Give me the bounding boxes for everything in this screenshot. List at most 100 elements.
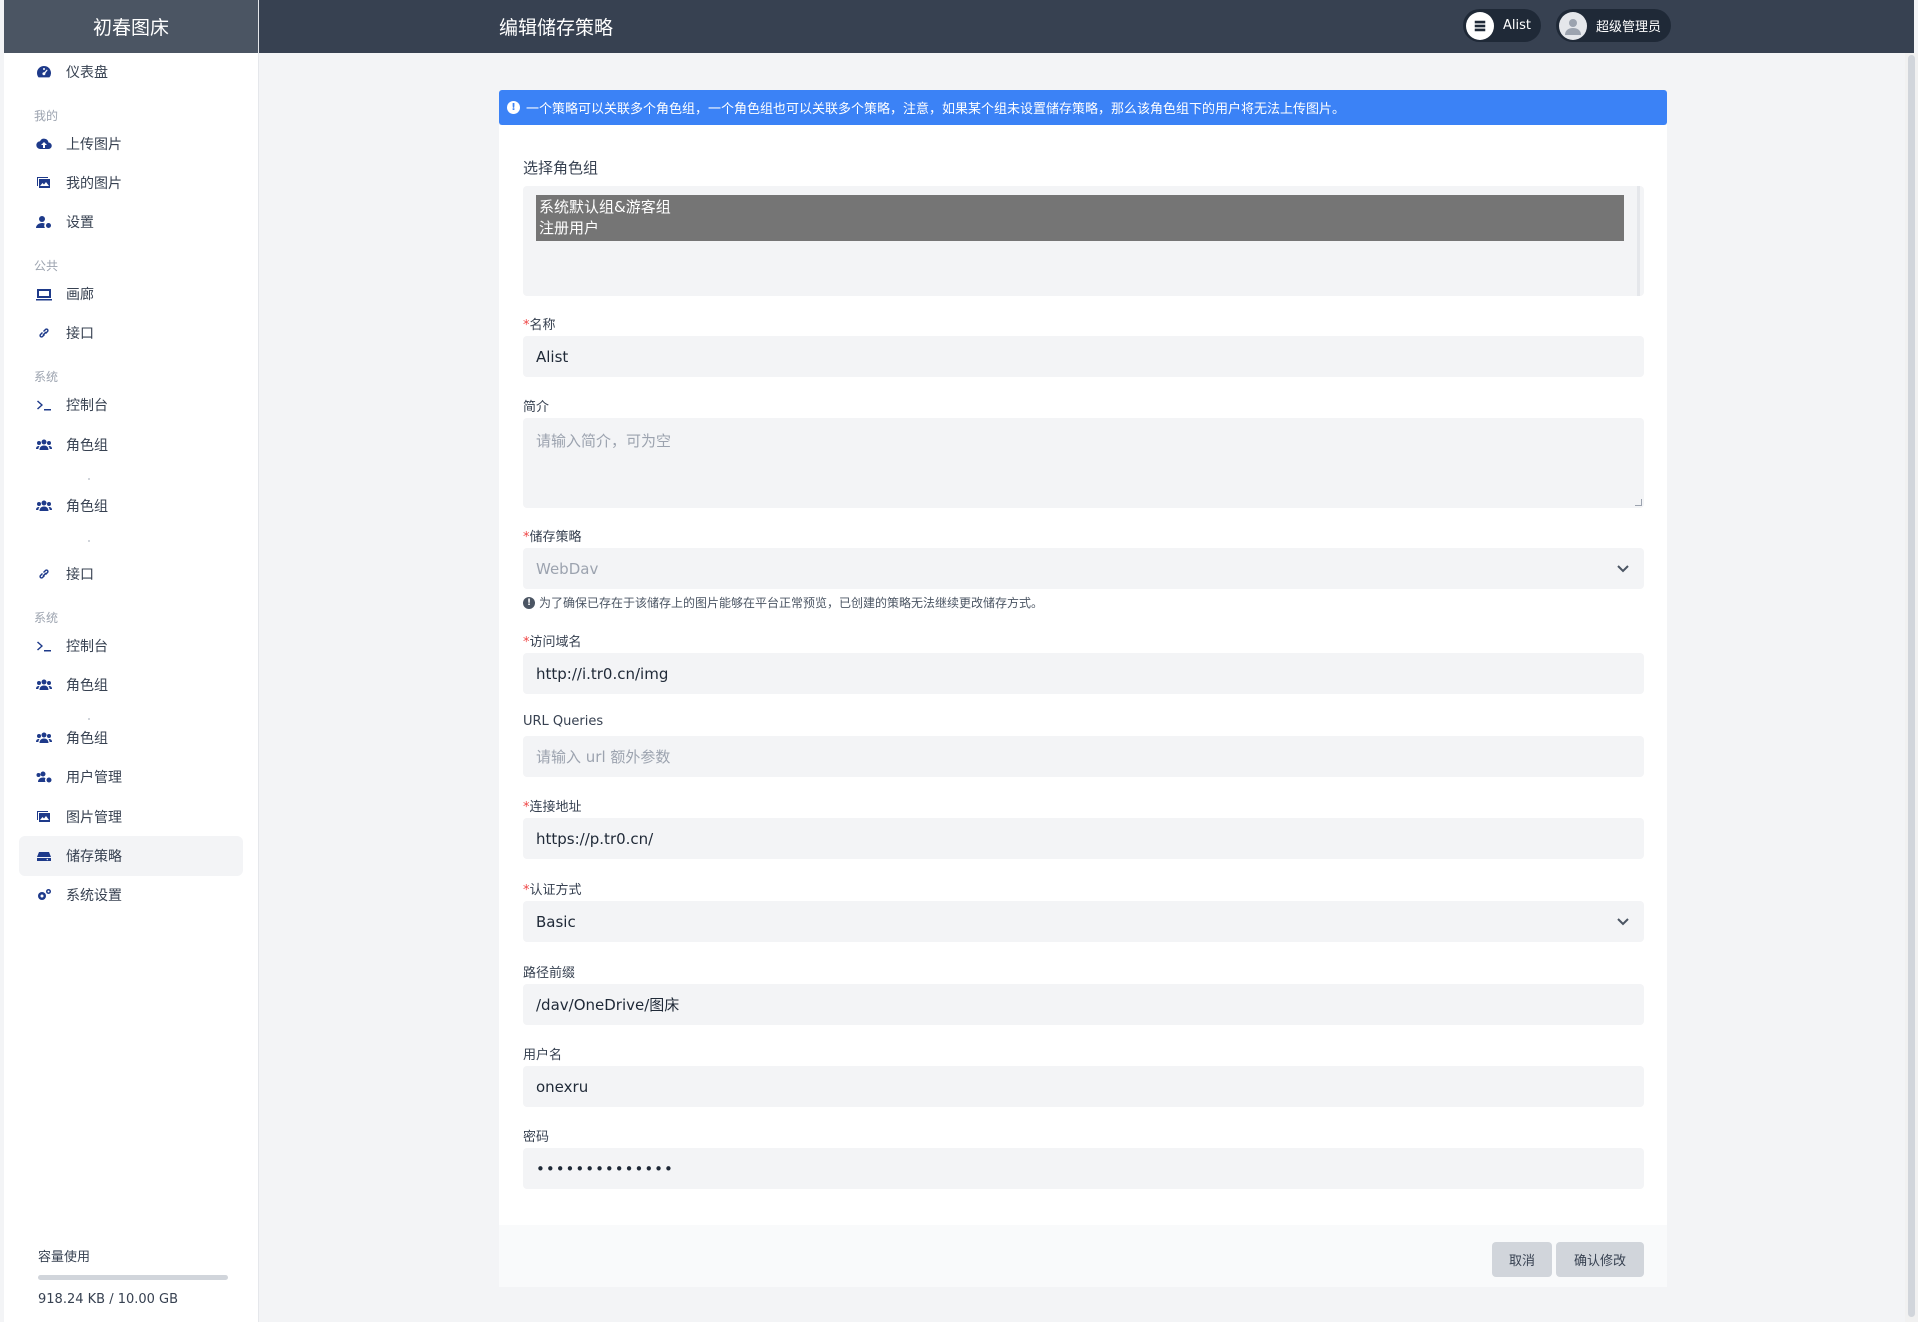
strategy-select[interactable]: WebDav bbox=[523, 548, 1644, 589]
storage-usage: 容量使用 918.24 KB / 10.00 GB bbox=[38, 1246, 228, 1307]
users-icon bbox=[36, 677, 52, 693]
info-icon: ! bbox=[507, 101, 520, 114]
role-option[interactable]: 系统默认组&游客组 bbox=[539, 197, 1621, 218]
sidebar-item-terminal[interactable]: 控制台 bbox=[19, 626, 243, 666]
storage-switch-button[interactable]: Alist bbox=[1463, 9, 1541, 42]
role-option[interactable]: 注册用户 bbox=[539, 218, 1621, 239]
sidebar-item-dashboard[interactable]: 仪表盘 bbox=[19, 52, 243, 92]
cloud-upload-icon bbox=[36, 136, 52, 152]
nav-group-label: 系统 bbox=[34, 611, 59, 625]
avatar bbox=[1559, 11, 1587, 40]
page-scrollbar[interactable] bbox=[1905, 53, 1918, 1322]
page-title: 编辑储存策略 bbox=[499, 17, 614, 39]
users-icon bbox=[36, 437, 52, 453]
sidebar-item-label: 控制台 bbox=[66, 398, 108, 414]
resize-handle-icon[interactable] bbox=[1635, 499, 1642, 506]
sidebar-item-label: 接口 bbox=[66, 567, 94, 583]
intro-label: 简介 bbox=[523, 400, 550, 415]
sidebar-item-label: 图片管理 bbox=[66, 810, 122, 826]
roles-label: 选择角色组 bbox=[523, 159, 599, 177]
prefix-input[interactable]: /dav/OneDrive/图床 bbox=[523, 984, 1644, 1025]
sidebar-item-images[interactable]: 我的图片 bbox=[19, 163, 243, 203]
sidebar-item-users[interactable]: 角色组 bbox=[19, 425, 243, 465]
sidebar-item-images[interactable]: 图片管理 bbox=[19, 797, 243, 837]
edit-strategy-form: 选择角色组 系统默认组&游客组 注册用户 *名称 Alist 简介 请输入简介，… bbox=[499, 125, 1667, 1287]
sidebar-item-users[interactable]: 角色组 bbox=[19, 486, 243, 526]
domain-label: *访问域名 bbox=[523, 635, 582, 650]
info-icon: ! bbox=[523, 596, 535, 609]
strategy-hint: ! 为了确保已存在于该储存上的图片能够在平台正常预览，已创建的策略无法继续更改储存… bbox=[523, 594, 1043, 611]
users-cog-icon bbox=[36, 769, 52, 785]
sidebar-item-cogs[interactable]: 系统设置 bbox=[19, 875, 243, 915]
dashboard-icon bbox=[36, 64, 52, 80]
password-label: 密码 bbox=[523, 1130, 550, 1145]
sidebar-item-label: 角色组 bbox=[66, 499, 108, 515]
auth-select[interactable]: Basic bbox=[523, 901, 1644, 942]
nav-separator-dot bbox=[88, 718, 90, 720]
username-input[interactable]: onexru bbox=[523, 1066, 1644, 1107]
sidebar-item-gallery[interactable]: 画廊 bbox=[19, 274, 243, 314]
images-icon bbox=[36, 809, 52, 825]
domain-input[interactable]: http://i.tr0.cn/img bbox=[523, 653, 1644, 694]
sidebar-item-link[interactable]: 接口 bbox=[19, 554, 243, 594]
terminal-icon bbox=[36, 397, 52, 413]
usage-title: 容量使用 bbox=[38, 1250, 91, 1265]
users-icon bbox=[36, 730, 52, 746]
user-cog-icon bbox=[36, 214, 52, 230]
alert-text: 一个策略可以关联多个角色组，一个角色组也可以关联多个策略，注意，如果某个组未设置… bbox=[526, 102, 1346, 117]
chevron-down-icon bbox=[1616, 914, 1630, 928]
prefix-label: 路径前缀 bbox=[523, 966, 576, 981]
user-pill-label: 超级管理员 bbox=[1596, 20, 1662, 35]
intro-placeholder: 请输入简介，可为空 bbox=[536, 432, 672, 450]
sidebar-item-label: 系统设置 bbox=[66, 888, 122, 904]
queries-label: URL Queries bbox=[523, 714, 604, 729]
auth-value: Basic bbox=[536, 912, 576, 931]
roles-scrollbar[interactable] bbox=[1637, 186, 1640, 296]
brand-logo[interactable]: 初春图床 bbox=[4, 0, 258, 53]
gallery-icon bbox=[36, 286, 52, 302]
usage-progress-bar bbox=[38, 1275, 228, 1280]
chevron-down-icon bbox=[1616, 561, 1630, 575]
nav-separator-dot bbox=[88, 540, 90, 542]
link-icon bbox=[36, 566, 52, 582]
name-input[interactable]: Alist bbox=[523, 336, 1644, 377]
sidebar-item-users-cog[interactable]: 用户管理 bbox=[19, 757, 243, 797]
top-header: 编辑储存策略 Alist 超级管理员 bbox=[259, 0, 1914, 53]
roles-multiselect[interactable]: 系统默认组&游客组 注册用户 bbox=[523, 186, 1644, 296]
sidebar-item-users[interactable]: 角色组 bbox=[19, 718, 243, 758]
sidebar-item-users[interactable]: 角色组 bbox=[19, 665, 243, 705]
confirm-button[interactable]: 确认修改 bbox=[1556, 1242, 1644, 1277]
terminal-icon bbox=[36, 638, 52, 654]
usage-text: 918.24 KB / 10.00 GB bbox=[38, 1292, 179, 1307]
sidebar-item-label: 我的图片 bbox=[66, 176, 122, 192]
user-menu-button[interactable]: 超级管理员 bbox=[1556, 9, 1672, 42]
sidebar: 初春图床 仪表盘 我的 上传图片 我的图片 设置 公共 画廊 接口 系统 控制台 角色组 角色组 接口系… bbox=[4, 0, 259, 1322]
sidebar-item-label: 接口 bbox=[66, 326, 94, 342]
intro-textarea[interactable]: 请输入简介，可为空 bbox=[523, 418, 1644, 508]
endpoint-input[interactable]: https://p.tr0.cn/ bbox=[523, 818, 1644, 859]
users-icon bbox=[36, 498, 52, 514]
nav-separator-dot bbox=[88, 478, 90, 480]
password-input[interactable]: •••••••••••••• bbox=[523, 1148, 1644, 1189]
sidebar-item-label: 仪表盘 bbox=[66, 65, 108, 81]
images-icon bbox=[36, 175, 52, 191]
nav-group-label: 系统 bbox=[34, 370, 59, 384]
sidebar-item-label: 角色组 bbox=[66, 438, 108, 454]
sidebar-item-label: 用户管理 bbox=[66, 770, 122, 786]
sidebar-item-user-cog[interactable]: 设置 bbox=[19, 202, 243, 242]
scrollbar-thumb[interactable] bbox=[1908, 55, 1915, 1317]
sidebar-item-label: 角色组 bbox=[66, 678, 108, 694]
nav-group-label: 我的 bbox=[34, 109, 59, 123]
sidebar-item-terminal[interactable]: 控制台 bbox=[19, 385, 243, 425]
sidebar-item-link[interactable]: 接口 bbox=[19, 313, 243, 353]
sidebar-item-storage[interactable]: 储存策略 bbox=[19, 836, 243, 876]
cogs-icon bbox=[36, 887, 52, 903]
info-alert: ! 一个策略可以关联多个角色组，一个角色组也可以关联多个策略，注意，如果某个组未… bbox=[499, 90, 1667, 125]
sidebar-item-cloud-upload[interactable]: 上传图片 bbox=[19, 124, 243, 164]
endpoint-label: *连接地址 bbox=[523, 800, 582, 815]
queries-input[interactable]: 请输入 url 额外参数 bbox=[523, 736, 1644, 777]
sidebar-item-label: 设置 bbox=[66, 215, 94, 231]
nav-group-label: 公共 bbox=[34, 259, 59, 273]
roles-selected-options: 系统默认组&游客组 注册用户 bbox=[536, 195, 1624, 241]
cancel-button[interactable]: 取消 bbox=[1492, 1242, 1552, 1277]
